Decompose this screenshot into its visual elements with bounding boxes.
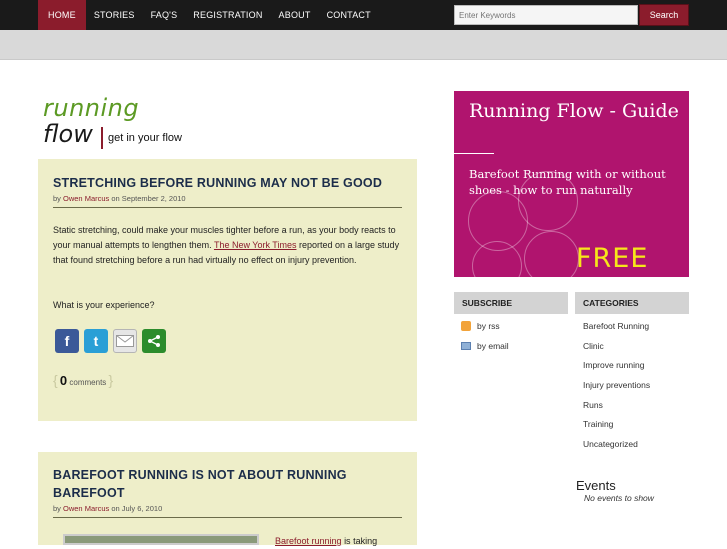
byline-by: by	[53, 504, 61, 513]
site-logo[interactable]: running flow get in your flow	[43, 94, 203, 150]
post-date: on July 6, 2010	[111, 504, 163, 513]
logo-running: running	[43, 94, 140, 122]
search-button[interactable]: Search	[639, 4, 689, 26]
category-link[interactable]: Injury preventions	[583, 380, 650, 390]
comment-count[interactable]: { 0 comments }	[53, 372, 113, 388]
events-heading: Events	[576, 478, 616, 493]
comment-label: comments	[69, 378, 107, 387]
facebook-icon[interactable]: f	[55, 329, 79, 353]
post-body: Static stretching, could make your muscl…	[53, 223, 403, 268]
banner-ornament	[524, 231, 579, 277]
comment-number: 0	[59, 373, 68, 388]
category-link[interactable]: Improve running	[583, 360, 644, 370]
email-icon[interactable]	[113, 329, 137, 353]
email-icon	[461, 342, 471, 350]
category-link[interactable]: Training	[583, 419, 613, 429]
nyt-link[interactable]: The New York Times	[214, 240, 297, 250]
nav-registration[interactable]: REGISTRATION	[185, 0, 270, 30]
events-empty-text: No events to show	[584, 493, 654, 503]
banner-title: Running Flow - Guide	[469, 100, 679, 122]
post-author[interactable]: Owen Marcus	[63, 504, 109, 513]
subscribe-email[interactable]: by email	[461, 341, 509, 351]
banner-rule	[454, 153, 494, 154]
banner-free: FREE	[576, 243, 649, 274]
subscribe-rss[interactable]: by rss	[461, 321, 500, 331]
share-icon[interactable]	[142, 329, 166, 353]
subscribe-email-label: by email	[477, 341, 509, 351]
byline-by: by	[53, 194, 61, 203]
header-band	[0, 30, 727, 60]
rss-icon	[461, 321, 471, 331]
banner-subtitle: Barefoot Running with or without shoes -…	[469, 167, 666, 197]
nav-about[interactable]: ABOUT	[271, 0, 319, 30]
category-link[interactable]: Uncategorized	[583, 439, 638, 449]
top-navbar: HOME STORIES FAQ'S REGISTRATION ABOUT CO…	[0, 0, 727, 30]
nav-faqs[interactable]: FAQ'S	[143, 0, 186, 30]
categories-heading: CATEGORIES	[575, 292, 689, 314]
category-link[interactable]: Runs	[583, 400, 603, 410]
logo-tagline: get in your flow	[108, 132, 182, 144]
nav-home[interactable]: HOME	[38, 0, 86, 30]
post-title[interactable]: BAREFOOT RUNNING IS NOT ABOUT RUNNING BA…	[53, 466, 403, 502]
post-divider	[53, 207, 402, 208]
banner-ornament	[472, 241, 522, 277]
post-question: What is your experience?	[53, 300, 155, 310]
nav-stories[interactable]: STORIES	[86, 0, 143, 30]
category-link[interactable]: Barefoot Running	[583, 321, 649, 331]
subscribe-heading: SUBSCRIBE	[454, 292, 568, 314]
logo-flow: flow	[43, 120, 93, 148]
guide-banner[interactable]: Running Flow - Guide Barefoot Running wi…	[454, 91, 689, 277]
category-link[interactable]: Clinic	[583, 341, 604, 351]
post-date: on September 2, 2010	[111, 194, 186, 203]
twitter-icon[interactable]: t	[84, 329, 108, 353]
post-body: Barefoot running is taking	[275, 534, 405, 549]
post-author[interactable]: Owen Marcus	[63, 194, 109, 203]
post-divider	[53, 517, 402, 518]
post-card: BAREFOOT RUNNING IS NOT ABOUT RUNNING BA…	[38, 452, 417, 546]
post-thumbnail[interactable]	[63, 534, 259, 545]
nav-contact[interactable]: CONTACT	[319, 0, 379, 30]
logo-divider	[101, 127, 103, 149]
post-title[interactable]: STRETCHING BEFORE RUNNING MAY NOT BE GOO…	[53, 174, 403, 192]
subscribe-rss-label: by rss	[477, 321, 500, 331]
main-nav: HOME STORIES FAQ'S REGISTRATION ABOUT CO…	[38, 0, 379, 30]
search-input[interactable]	[454, 5, 638, 25]
post-byline: by Owen Marcus on July 6, 2010	[53, 504, 162, 513]
share-bar: f t	[55, 329, 166, 353]
post-byline: by Owen Marcus on September 2, 2010	[53, 194, 186, 203]
